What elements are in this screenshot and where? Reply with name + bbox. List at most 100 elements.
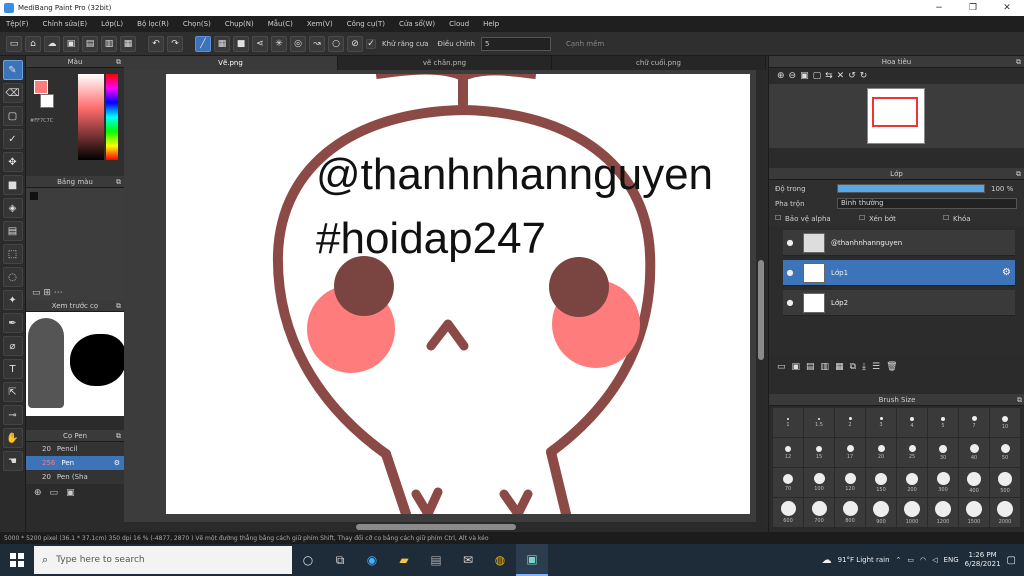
palette-add-icon[interactable]: ▭ ⊞ ⋯ — [32, 288, 63, 298]
file-explorer-icon[interactable]: ▰ — [388, 544, 420, 576]
vertical-scrollbar[interactable] — [756, 70, 766, 522]
brush-size-cell[interactable]: 150 — [866, 468, 897, 498]
merge-layer-icon[interactable]: ⤓ — [862, 362, 866, 372]
menu-view[interactable]: Xem(V) — [307, 20, 333, 28]
page-icon[interactable]: ▥ — [101, 35, 117, 52]
correction-select[interactable]: 5 — [481, 36, 551, 51]
check-tool-icon[interactable]: ✓ — [2, 129, 23, 149]
windows-start-icon[interactable] — [0, 544, 34, 576]
brush-size-cell[interactable]: 1.5 — [804, 408, 835, 438]
menu-file[interactable]: Tệp(F) — [6, 20, 29, 28]
new-layer-icon[interactable]: ▭ — [777, 362, 786, 372]
grid-icon[interactable]: ▦ — [214, 35, 230, 52]
menu-filter[interactable]: Bộ lọc(R) — [137, 20, 169, 28]
medibang-icon[interactable]: ▣ — [516, 544, 548, 576]
panel-menu-icon[interactable]: ⧉ — [116, 58, 121, 67]
brush-row[interactable]: 20 Pen (Sha — [26, 470, 124, 484]
add-brush-icon[interactable]: ⊕ — [34, 488, 42, 498]
brush-size-cell[interactable]: 400 — [959, 468, 990, 498]
menu-cloud[interactable]: Cloud — [449, 20, 469, 28]
new-1bit-layer-icon[interactable]: ▥ — [821, 362, 830, 372]
taskbar-search-box[interactable]: ⌕ Type here to search — [34, 546, 292, 574]
select-pen-icon[interactable]: ✒ — [2, 313, 23, 333]
close-button[interactable]: ✕ — [990, 0, 1024, 16]
weather-icon[interactable]: ☁ — [822, 555, 832, 566]
blend-select[interactable]: Bình thường — [837, 198, 1017, 209]
protect-alpha-checkbox[interactable]: ☐ — [775, 214, 781, 222]
operation-tool-icon[interactable]: ⇱ — [2, 382, 23, 402]
opacity-slider[interactable] — [837, 184, 985, 193]
brush-size-cell[interactable]: 900 — [866, 498, 897, 528]
duplicate-layer-icon[interactable]: ⧉ — [850, 362, 856, 372]
brush-size-cell[interactable]: 15 — [804, 438, 835, 468]
rotate-right-icon[interactable]: ↻ — [860, 71, 868, 81]
rotate-left-icon[interactable]: ↺ — [848, 71, 856, 81]
language-indicator[interactable]: ENG — [944, 556, 959, 564]
tab-ve-chan[interactable]: vẽ chân.png — [338, 56, 552, 70]
new-halftone-layer-icon[interactable]: ▣ — [792, 362, 801, 372]
home-icon[interactable]: ⌂ — [25, 35, 41, 52]
gradient-tool-icon[interactable]: ▤ — [2, 221, 23, 241]
tab-chu-cuoi[interactable]: chữ cuối.png — [552, 56, 766, 70]
chevron-up-icon[interactable]: ⌃ — [896, 556, 902, 564]
menu-help[interactable]: Help — [483, 20, 499, 28]
brush-size-cell[interactable]: 1500 — [959, 498, 990, 528]
menu-layer[interactable]: Lớp(L) — [101, 20, 123, 28]
brush-size-cell[interactable]: 1 — [773, 408, 804, 438]
delete-layer-icon[interactable]: 🗑 — [886, 362, 897, 372]
zoom-out-icon[interactable]: ⊖ — [789, 71, 797, 81]
brush-size-cell[interactable]: 4 — [897, 408, 928, 438]
volume-icon[interactable]: ◁ — [932, 556, 937, 564]
menu-edit[interactable]: Chỉnh sửa(E) — [43, 20, 88, 28]
brush-size-cell[interactable]: 3 — [866, 408, 897, 438]
panel-menu-icon[interactable]: ⧉ — [1016, 170, 1021, 179]
task-view-icon[interactable]: ⧉ — [324, 544, 356, 576]
menu-window[interactable]: Cửa sổ(W) — [399, 20, 435, 28]
clock[interactable]: 1:26 PM 6/28/2021 — [965, 551, 1001, 569]
navigator-viewport[interactable] — [872, 97, 918, 127]
menu-snap[interactable]: Chụp(N) — [225, 20, 254, 28]
brush-size-cell[interactable]: 20 — [866, 438, 897, 468]
navigator-thumbnail[interactable] — [867, 88, 925, 144]
gear-icon[interactable]: ⚙ — [114, 459, 120, 467]
hue-slider[interactable] — [106, 74, 118, 160]
select-eraser-icon[interactable]: ⌀ — [2, 336, 23, 356]
network-icon[interactable]: ◠ — [920, 556, 926, 564]
brush-tool-icon[interactable]: ✎ — [2, 60, 23, 80]
fit-icon[interactable]: ▣ — [800, 71, 809, 81]
brush-size-cell[interactable]: 70 — [773, 468, 804, 498]
minimize-button[interactable]: − — [922, 0, 956, 16]
brush-size-cell[interactable]: 600 — [773, 498, 804, 528]
brush-size-cell[interactable]: 100 — [804, 468, 835, 498]
panel-menu-icon[interactable]: ⧉ — [1017, 396, 1022, 405]
perspective-icon[interactable]: ⋖ — [252, 35, 268, 52]
brush-size-cell[interactable]: 50 — [990, 438, 1021, 468]
text-tool-icon[interactable]: T — [2, 359, 23, 379]
brush-size-cell[interactable]: 2000 — [990, 498, 1021, 528]
saturation-picker[interactable] — [78, 74, 104, 160]
new-file-icon[interactable]: ▭ — [6, 35, 22, 52]
antialias-checkbox[interactable]: ✓ — [366, 38, 376, 49]
chrome-icon[interactable]: ◍ — [484, 544, 516, 576]
dot-tool-icon[interactable]: ▢ — [2, 106, 23, 126]
cloud-icon[interactable]: ☁ — [44, 35, 60, 52]
panel-menu-icon[interactable]: ⧉ — [1016, 58, 1021, 67]
tab-ve[interactable]: Vẽ.png — [124, 56, 338, 70]
brush-size-cell[interactable]: 1200 — [928, 498, 959, 528]
mail-icon[interactable]: ✉ — [452, 544, 484, 576]
brush-size-cell[interactable]: 12 — [773, 438, 804, 468]
magic-wand-icon[interactable]: ✦ — [2, 290, 23, 310]
brush-size-cell[interactable]: 800 — [835, 498, 866, 528]
lock-checkbox[interactable]: ☐ — [943, 214, 949, 222]
circle-icon[interactable]: ○ — [328, 35, 344, 52]
edge-icon[interactable]: ◉ — [356, 544, 388, 576]
brush-size-cell[interactable]: 40 — [959, 438, 990, 468]
brush-size-cell[interactable]: 30 — [928, 438, 959, 468]
brush-row-selected[interactable]: 256 Pen ⚙ — [26, 456, 124, 470]
window-icon[interactable]: ▦ — [120, 35, 136, 52]
brush-size-cell[interactable]: 17 — [835, 438, 866, 468]
menu-select[interactable]: Chọn(S) — [183, 20, 211, 28]
panel-menu-icon[interactable]: ⧉ — [116, 302, 121, 311]
drawing-canvas[interactable]: @thanhnhannguyen #hoidap247 — [166, 74, 750, 514]
horizontal-scroll-thumb[interactable] — [356, 524, 516, 530]
